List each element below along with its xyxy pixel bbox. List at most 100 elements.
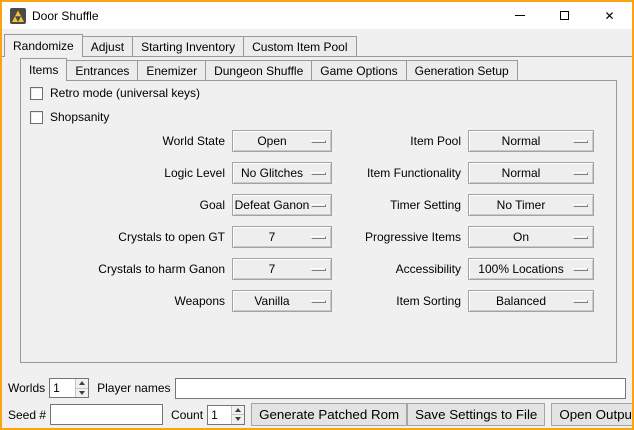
window-title: Door Shuffle [32, 9, 99, 23]
window-controls: ✕ [497, 2, 632, 29]
progressive-items-value: On [469, 230, 573, 244]
timer-setting-value: No Timer [469, 198, 573, 212]
close-button[interactable]: ✕ [587, 2, 632, 29]
shopsanity-checkbox-label: Shopsanity [50, 110, 109, 124]
spin-down-icon [79, 391, 85, 395]
count-spinbox-arrows [231, 406, 244, 424]
tab-enemizer[interactable]: Enemizer [137, 60, 206, 80]
goal-dropdown[interactable]: Defeat Ganon [232, 194, 332, 216]
tab-custom-item-pool[interactable]: Custom Item Pool [243, 36, 356, 56]
weapons-dropdown[interactable]: Vanilla [232, 290, 332, 312]
maximize-icon [560, 11, 569, 20]
option-row-logic-level: Logic Level No Glitches [30, 162, 332, 184]
worlds-spin-up-button[interactable] [76, 379, 88, 388]
option-row-accessibility: Accessibility 100% Locations [340, 258, 594, 280]
goal-label: Goal [30, 198, 232, 212]
option-row-progressive-items: Progressive Items On [340, 226, 594, 248]
worlds-label: Worlds [8, 381, 45, 395]
seed-row: Seed # Count 1 Generate Patched Rom Save… [8, 403, 628, 426]
item-pool-label: Item Pool [340, 134, 468, 148]
tab-adjust[interactable]: Adjust [82, 36, 133, 56]
tab-game-options[interactable]: Game Options [311, 60, 406, 80]
spin-up-icon [79, 381, 85, 385]
option-row-crystals-ganon: Crystals to harm Ganon 7 [30, 258, 332, 280]
accessibility-dropdown[interactable]: 100% Locations [468, 258, 594, 280]
dropdown-indicator-icon [573, 204, 588, 207]
option-row-timer-setting: Timer Setting No Timer [340, 194, 594, 216]
maximize-button[interactable] [542, 2, 587, 29]
crystals-ganon-dropdown[interactable]: 7 [232, 258, 332, 280]
option-row-goal: Goal Defeat Ganon [30, 194, 332, 216]
goal-value: Defeat Ganon [233, 198, 311, 212]
count-label: Count [171, 408, 203, 422]
crystals-ganon-value: 7 [233, 262, 311, 276]
tab-generation-setup[interactable]: Generation Setup [406, 60, 518, 80]
sub-tab-bar: Items Entrances Enemizer Dungeon Shuffle… [20, 57, 518, 80]
open-output-directory-button[interactable]: Open Output Directory [551, 403, 634, 426]
minimize-icon [515, 15, 525, 16]
titlebar[interactable]: Door Shuffle ✕ [2, 2, 632, 29]
spin-up-icon [235, 408, 241, 412]
option-row-weapons: Weapons Vanilla [30, 290, 332, 312]
item-pool-value: Normal [469, 134, 573, 148]
worlds-spin-down-button[interactable] [76, 388, 88, 398]
retro-mode-checkbox[interactable]: Retro mode (universal keys) [30, 85, 200, 101]
dropdown-indicator-icon [311, 236, 326, 239]
dropdown-indicator-icon [311, 204, 326, 207]
dropdown-indicator-icon [311, 300, 326, 303]
logic-level-dropdown[interactable]: No Glitches [232, 162, 332, 184]
options-column-left: World State Open Logic Level No Glitches… [30, 130, 332, 312]
tab-dungeon-shuffle[interactable]: Dungeon Shuffle [205, 60, 312, 80]
player-names-label: Player names [97, 381, 170, 395]
world-state-dropdown[interactable]: Open [232, 130, 332, 152]
count-spin-up-button[interactable] [232, 406, 244, 415]
logic-level-value: No Glitches [233, 166, 311, 180]
dropdown-indicator-icon [311, 268, 326, 271]
items-tab-panel: Retro mode (universal keys) Shopsanity W… [20, 80, 617, 363]
crystals-gt-value: 7 [233, 230, 311, 244]
crystals-gt-label: Crystals to open GT [30, 230, 232, 244]
tab-items[interactable]: Items [20, 58, 67, 81]
progressive-items-label: Progressive Items [340, 230, 468, 244]
item-pool-dropdown[interactable]: Normal [468, 130, 594, 152]
seed-input[interactable] [50, 404, 163, 425]
timer-setting-dropdown[interactable]: No Timer [468, 194, 594, 216]
spin-down-icon [235, 417, 241, 421]
world-state-value: Open [233, 134, 311, 148]
dropdown-indicator-icon [311, 172, 326, 175]
minimize-button[interactable] [497, 2, 542, 29]
weapons-label: Weapons [30, 294, 232, 308]
world-state-label: World State [30, 134, 232, 148]
count-spinbox-value: 1 [208, 406, 231, 424]
count-spin-down-button[interactable] [232, 414, 244, 424]
worlds-spinbox[interactable]: 1 [49, 378, 89, 398]
app-window: Door Shuffle ✕ Randomize Adjust Starting… [0, 0, 634, 430]
multiworld-row: Worlds 1 Player names [8, 377, 626, 399]
options-column-right: Item Pool Normal Item Functionality Norm… [340, 130, 594, 312]
option-row-item-pool: Item Pool Normal [340, 130, 594, 152]
dropdown-indicator-icon [573, 300, 588, 303]
generate-patched-rom-button[interactable]: Generate Patched Rom [251, 403, 407, 426]
shopsanity-checkbox-box[interactable] [30, 111, 43, 124]
item-sorting-label: Item Sorting [340, 294, 468, 308]
logic-level-label: Logic Level [30, 166, 232, 180]
dropdown-indicator-icon [311, 140, 326, 143]
accessibility-label: Accessibility [340, 262, 468, 276]
item-sorting-dropdown[interactable]: Balanced [468, 290, 594, 312]
player-names-input[interactable] [175, 378, 627, 399]
shopsanity-checkbox[interactable]: Shopsanity [30, 109, 109, 125]
progressive-items-dropdown[interactable]: On [468, 226, 594, 248]
retro-mode-checkbox-box[interactable] [30, 87, 43, 100]
save-settings-button[interactable]: Save Settings to File [407, 403, 545, 426]
tab-starting-inventory[interactable]: Starting Inventory [132, 36, 244, 56]
dropdown-indicator-icon [573, 268, 588, 271]
item-functionality-dropdown[interactable]: Normal [468, 162, 594, 184]
dropdown-indicator-icon [573, 140, 588, 143]
crystals-gt-dropdown[interactable]: 7 [232, 226, 332, 248]
timer-setting-label: Timer Setting [340, 198, 468, 212]
count-spinbox[interactable]: 1 [207, 405, 245, 425]
dropdown-indicator-icon [573, 172, 588, 175]
item-functionality-label: Item Functionality [340, 166, 468, 180]
tab-entrances[interactable]: Entrances [66, 60, 138, 80]
tab-randomize[interactable]: Randomize [4, 34, 83, 57]
